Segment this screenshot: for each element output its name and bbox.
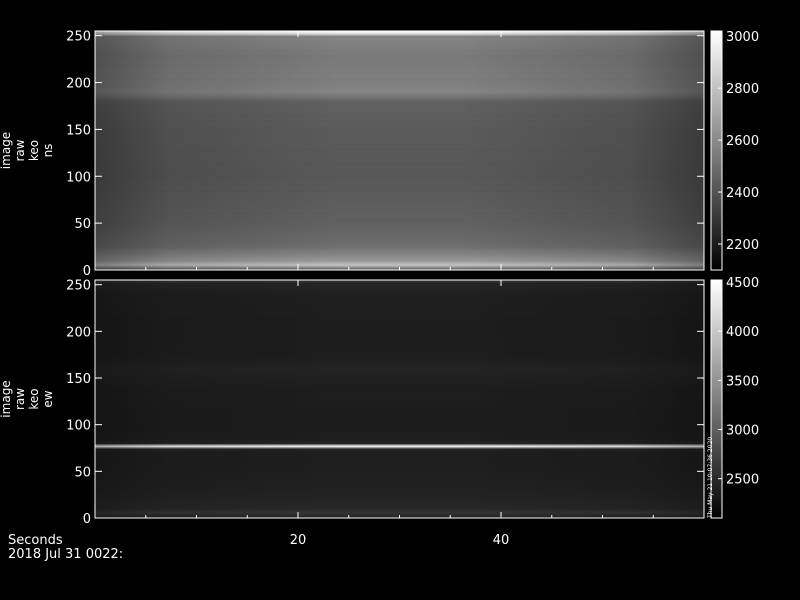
panels-layer: 050100150200250image raw keo ns220024002600… <box>0 30 759 548</box>
y-tick-label: 50 <box>74 465 91 480</box>
y-axis-label-line: image <box>0 380 13 417</box>
y-axis-label-line: image <box>0 132 13 169</box>
colorbar <box>710 30 723 271</box>
date-label: 2018 Jul 31 0022: <box>8 547 123 562</box>
x-axis-name: Seconds <box>8 533 63 548</box>
y-axis-label-line: keo <box>27 388 41 409</box>
y-tick-label: 250 <box>66 279 91 294</box>
colorbar-tick-label: 4500 <box>726 276 759 291</box>
colorbar-tick-label: 3500 <box>726 374 759 389</box>
colorbar-tick-label: 2200 <box>726 238 759 253</box>
y-tick-label: 150 <box>66 372 91 387</box>
keogram-figure: 050100150200250image raw keo ns220024002600… <box>0 0 800 600</box>
colorbar-tick-label: 3000 <box>726 30 759 45</box>
y-axis-label-line: raw <box>13 388 27 410</box>
y-tick-label: 0 <box>83 512 91 527</box>
colorbar-tick-label: 2800 <box>726 82 759 97</box>
panel-bottom: 0 50 100 150 200 250 20 40 image raw keo ew 2500 3000… <box>0 276 759 548</box>
vignette-overlay <box>95 31 704 270</box>
panel-top: 0 50 100 150 200 250 image raw keo ns 2200 2400 2600… <box>0 30 759 279</box>
colorbar-tick-label: 3000 <box>726 423 759 438</box>
x-tick-label: 20 <box>290 533 307 548</box>
y-tick-label: 200 <box>66 77 91 92</box>
y-tick-label: 100 <box>66 419 91 434</box>
colorbar-tick-label: 2400 <box>726 186 759 201</box>
y-tick-label: 150 <box>66 123 91 138</box>
y-tick-label: 250 <box>66 30 91 45</box>
y-tick-label: 100 <box>66 170 91 185</box>
y-axis-label-line: ew <box>41 390 55 407</box>
y-axis-label-line: ns <box>41 144 55 158</box>
colorbar-tick-label: 2500 <box>726 473 759 488</box>
x-tick-label: 40 <box>493 533 510 548</box>
y-tick-label: 200 <box>66 325 91 340</box>
y-axis-label-line: keo <box>27 140 41 161</box>
y-axis-label-line: raw <box>13 139 27 161</box>
y-tick-label: 0 <box>83 264 91 279</box>
y-tick-label: 50 <box>74 217 91 232</box>
vignette-overlay <box>95 280 704 518</box>
colorbar-tick-label: 2600 <box>726 134 759 149</box>
colorbar-tick-label: 4000 <box>726 325 759 340</box>
side-stamp: Thu May 21 10:07:36 2020 <box>707 437 714 519</box>
